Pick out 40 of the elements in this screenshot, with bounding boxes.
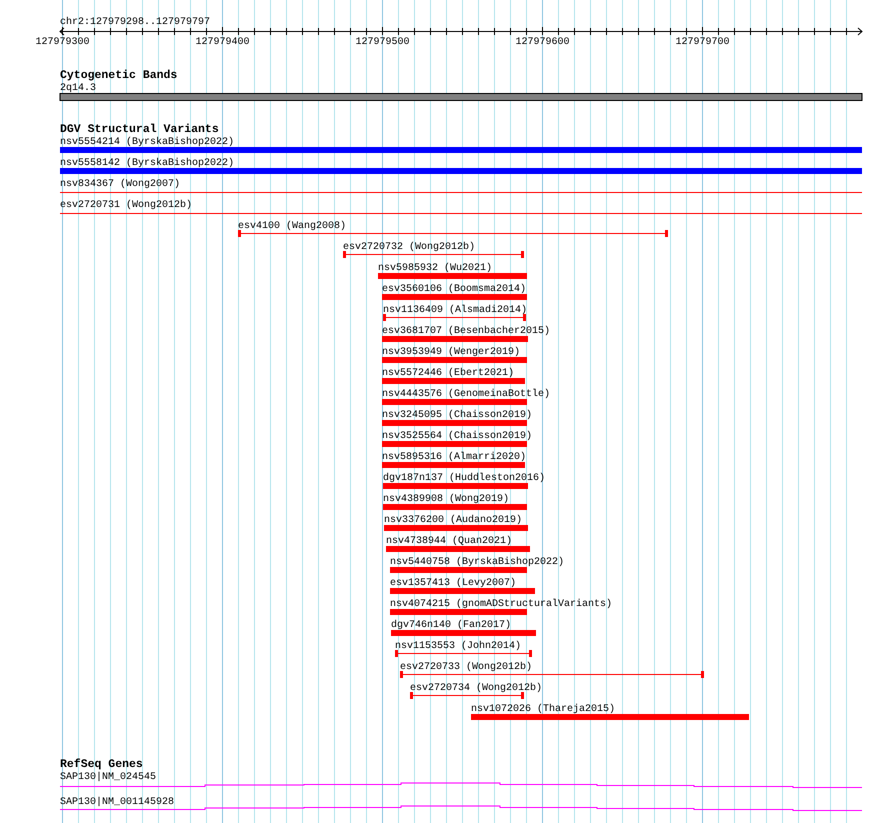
variant-label: esv2720733 (Wong2012b) bbox=[400, 662, 532, 673]
variant-label: esv2720731 (Wong2012b) bbox=[60, 200, 192, 211]
gene-label: SAP130|NM_024545 bbox=[60, 772, 156, 783]
variant-label: nsv5440758 (ByrskaBishop2022) bbox=[390, 557, 564, 568]
band-label: 2q14.3 bbox=[60, 83, 96, 94]
variant-label: esv2720734 (Wong2012b) bbox=[410, 683, 542, 694]
variant-label: dgv746n140 (Fan2017) bbox=[391, 620, 512, 631]
variant-label: nsv4389908 (Wong2019) bbox=[383, 494, 510, 505]
variant-label: nsv3953949 (Wenger2019) bbox=[382, 347, 520, 358]
variant-label: nsv834367 (Wong2007) bbox=[60, 179, 180, 190]
track-title: Cytogenetic Bands bbox=[60, 69, 178, 82]
variant-label: nsv5985932 (Wu2021) bbox=[378, 263, 492, 274]
variant-label: dgv187n137 (Huddleston2016) bbox=[383, 473, 546, 484]
variant-label: nsv5554214 (ByrskaBishop2022) bbox=[60, 137, 234, 148]
variant-label: nsv4738944 (Quan2021) bbox=[386, 536, 512, 547]
variant-label: nsv3245095 (Chaisson2019) bbox=[382, 410, 532, 421]
variant-label: esv3560106 (Boomsma2014) bbox=[382, 284, 526, 295]
variant-label: nsv5558142 (ByrskaBishop2022) bbox=[60, 158, 234, 169]
variant-label: nsv1136409 (Alsmadi2014) bbox=[383, 305, 528, 316]
variant-label: nsv4074215 (gnomADStructuralVariants) bbox=[390, 599, 612, 610]
variant-label: esv3681707 (Besenbacher2015) bbox=[382, 326, 550, 337]
variant-label: nsv4443576 (GenomeinaBottle) bbox=[382, 389, 550, 400]
ruler-label: 127979400 bbox=[196, 37, 250, 48]
ruler-label: 127979300 bbox=[36, 37, 90, 48]
variant-label: nsv1072026 (Thareja2015) bbox=[471, 704, 616, 715]
track-title: DGV Structural Variants bbox=[60, 123, 219, 136]
variant-label: nsv3376200 (Audano2019) bbox=[384, 515, 522, 526]
ruler-label: 127979500 bbox=[356, 37, 410, 48]
gene-label: SAP130|NM_001145928 bbox=[60, 797, 174, 808]
ruler-label: 127979700 bbox=[676, 37, 730, 48]
variant-label: nsv5572446 (Ebert2021) bbox=[382, 368, 514, 379]
ruler-label: 127979600 bbox=[516, 37, 570, 48]
track-title: RefSeq Genes bbox=[60, 758, 143, 771]
variant-label: esv1357413 (Levy2007) bbox=[390, 578, 516, 589]
variant-label: nsv1153553 (John2014) bbox=[395, 641, 522, 652]
variant-label: nsv5895316 (Almarri2020) bbox=[382, 452, 526, 463]
region-title: chr2:127979298..127979797 bbox=[60, 17, 210, 28]
variant-label: esv4100 (Wang2008) bbox=[238, 221, 346, 232]
variant-label: esv2720732 (Wong2012b) bbox=[343, 242, 476, 253]
variant-label: nsv3525564 (Chaisson2019) bbox=[382, 431, 532, 442]
